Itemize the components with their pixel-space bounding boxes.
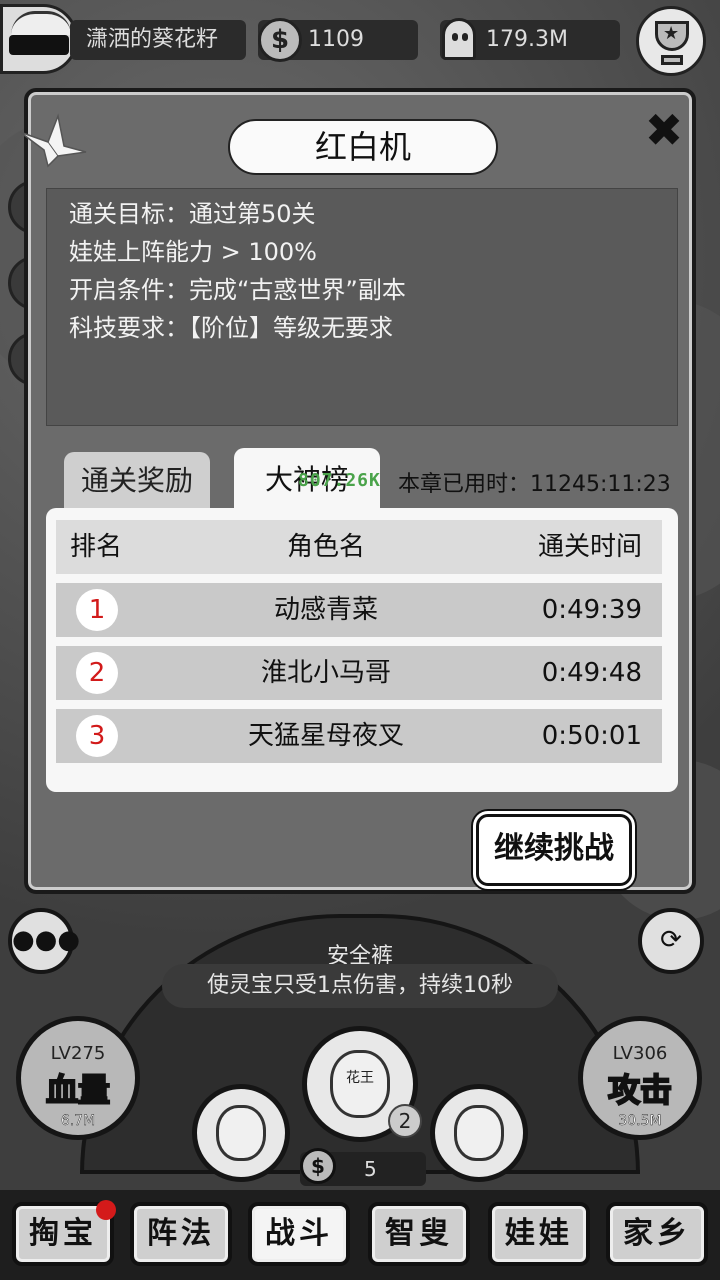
soul-value: 179.3M	[486, 27, 568, 52]
ghost-icon	[442, 18, 476, 60]
header-name: 角色名	[286, 532, 365, 562]
hp-cost: 6.7M	[60, 1113, 96, 1129]
hero-portrait	[454, 1104, 504, 1162]
hp-label: 血量	[45, 1070, 111, 1110]
paper-crane-icon	[19, 113, 87, 168]
battle-hud: ●●● ⟳ 安全裤 使灵宝只受1点伤害，持续10秒 LV275 血量 6.7M …	[0, 900, 720, 1190]
nav-battle[interactable]: 战斗	[248, 1202, 350, 1266]
coin-value: 1109	[308, 27, 364, 52]
info-tech: 科技要求：【阶位】等级无要求	[69, 314, 393, 342]
clear-time-cell: 0:49:39	[541, 595, 642, 625]
soul-counter: 179.3M	[440, 18, 620, 60]
table-row[interactable]: 1 动感青菜 0:49:39	[56, 583, 662, 637]
stage-info-box: 通关目标：通过第50关 娃娃上阵能力 > 100% 开启条件：完成“古惑世界”副…	[46, 188, 678, 426]
attack-upgrade-dial[interactable]: LV306 攻击 30.5M	[578, 1016, 702, 1140]
info-ability: 娃娃上阵能力 > 100%	[69, 238, 317, 266]
header-rank: 排名	[70, 532, 123, 562]
player-avatar[interactable]	[0, 4, 78, 74]
nav-dolls[interactable]: 娃娃	[488, 1202, 590, 1266]
nav-hometown[interactable]: 家乡	[606, 1202, 708, 1266]
summon-cost: $ 5	[300, 1148, 426, 1186]
summon-cost-value: 5	[364, 1157, 377, 1181]
dialog-title: 红白机	[228, 119, 498, 175]
nav-sage[interactable]: 智叟	[368, 1202, 470, 1266]
clear-time-cell: 0:50:01	[541, 721, 642, 751]
rank-badge: 3	[76, 715, 118, 757]
player-name: 潇洒的葵花籽	[70, 20, 246, 60]
hero-slot-left[interactable]	[192, 1084, 290, 1182]
hero-shirt-text: 花王	[346, 1070, 374, 1086]
header-time: 通关时间	[537, 532, 642, 562]
table-row[interactable]: 3 天猛星母夜叉 0:50:01	[56, 709, 662, 763]
stage-dialog: 红白机 ✖ 通关目标：通过第50关 娃娃上阵能力 > 100% 开启条件：完成“…	[19, 88, 696, 894]
skill-description: 使灵宝只受1点伤害，持续10秒	[162, 964, 558, 1008]
leaderboard-panel: 排名 角色名 通关时间 1 动感青菜 0:49:39 2 淮北小马哥 0:49:…	[46, 508, 678, 792]
info-goal: 通关目标：通过第50关	[69, 200, 316, 228]
continue-challenge-button[interactable]: 继续挑战	[476, 814, 632, 886]
attack-level: LV306	[612, 1043, 668, 1064]
info-unlock: 开启条件：完成“古惑世界”副本	[69, 276, 406, 304]
notification-dot	[96, 1200, 116, 1220]
attack-cost: 30.5M	[618, 1113, 662, 1129]
trophy-button[interactable]: ★	[636, 6, 706, 76]
leaderboard-header: 排名 角色名 通关时间	[56, 520, 662, 574]
coin-icon: $	[258, 18, 302, 62]
chapter-time: 本章已用时：11245:11:23	[398, 472, 671, 497]
attack-label: 攻击	[607, 1070, 673, 1110]
clear-time-cell: 0:49:48	[541, 658, 642, 688]
hero-count-badge: 2	[388, 1104, 422, 1138]
nav-formation[interactable]: 阵法	[130, 1202, 232, 1266]
player-name-cell: 淮北小马哥	[260, 658, 391, 688]
close-button[interactable]: ✖	[642, 107, 686, 153]
star-icon: ★	[663, 23, 680, 44]
rank-badge: 1	[76, 589, 118, 631]
hp-upgrade-dial[interactable]: LV275 血量 6.7M	[16, 1016, 140, 1140]
top-bar: 潇洒的葵花籽 $ 1109 179.3M ★	[0, 0, 720, 80]
floating-damage-number: 807.26K	[298, 470, 381, 491]
hp-level: LV275	[50, 1043, 106, 1064]
tab-rewards[interactable]: 通关奖励	[64, 452, 210, 510]
rank-badge: 2	[76, 652, 118, 694]
player-name-cell: 天猛星母夜叉	[247, 721, 404, 751]
hero-slot-right[interactable]	[430, 1084, 528, 1182]
table-row[interactable]: 2 淮北小马哥 0:49:48	[56, 646, 662, 700]
close-icon: ✖	[644, 103, 684, 157]
hero-portrait	[216, 1104, 266, 1162]
player-name-cell: 动感青菜	[273, 595, 378, 625]
coin-counter: $ 1109	[258, 18, 418, 62]
coin-icon: $	[300, 1148, 336, 1184]
